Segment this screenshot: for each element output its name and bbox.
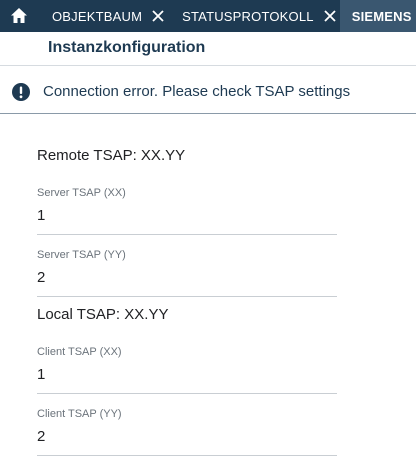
- server-tsap-xx-label: Server TSAP (XX): [37, 187, 126, 199]
- tab-statusprotokoll-label: STATUSPROTOKOLL: [182, 8, 314, 24]
- error-message: Connection error. Please check TSAP sett…: [43, 83, 351, 100]
- client-tsap-yy-field[interactable]: Client TSAP (YY): [37, 408, 337, 456]
- server-tsap-yy-input[interactable]: [37, 266, 337, 288]
- client-tsap-yy-input[interactable]: [37, 425, 337, 447]
- tab-siemens[interactable]: SIEMENS: [339, 0, 416, 32]
- close-icon: [324, 10, 336, 22]
- client-tsap-xx-field[interactable]: Client TSAP (XX): [37, 346, 337, 394]
- client-tsap-yy-label: Client TSAP (YY): [37, 408, 122, 420]
- tab-objektbaum[interactable]: OBJEKTBAUM: [38, 0, 168, 32]
- home-icon: [11, 8, 27, 23]
- local-tsap-title: Local TSAP: XX.YY: [37, 306, 169, 323]
- tab-bar: OBJEKTBAUM STATUSPROTOKOLL SIEMENS: [0, 0, 416, 32]
- home-button[interactable]: [0, 0, 38, 32]
- server-tsap-xx-input[interactable]: [37, 204, 337, 226]
- tab-siemens-label: SIEMENS: [351, 8, 412, 24]
- error-banner: Connection error. Please check TSAP sett…: [0, 70, 416, 114]
- server-tsap-xx-field[interactable]: Server TSAP (XX): [37, 187, 337, 235]
- remote-tsap-title: Remote TSAP: XX.YY: [37, 147, 186, 164]
- tab-objektbaum-label: OBJEKTBAUM: [52, 8, 143, 24]
- tab-statusprotokoll[interactable]: STATUSPROTOKOLL: [168, 0, 340, 32]
- alert-circle-icon: [12, 82, 30, 101]
- server-tsap-yy-field[interactable]: Server TSAP (YY): [37, 249, 337, 297]
- tab-objektbaum-close-button[interactable]: [148, 0, 168, 32]
- client-tsap-xx-label: Client TSAP (XX): [37, 346, 122, 358]
- tab-statusprotokoll-close-button[interactable]: [320, 0, 340, 32]
- close-icon: [152, 10, 164, 22]
- sub-header: Instanzkonfiguration: [0, 32, 416, 66]
- client-tsap-xx-input[interactable]: [37, 363, 337, 385]
- page-title: Instanzkonfiguration: [48, 39, 206, 56]
- server-tsap-yy-label: Server TSAP (YY): [37, 249, 126, 261]
